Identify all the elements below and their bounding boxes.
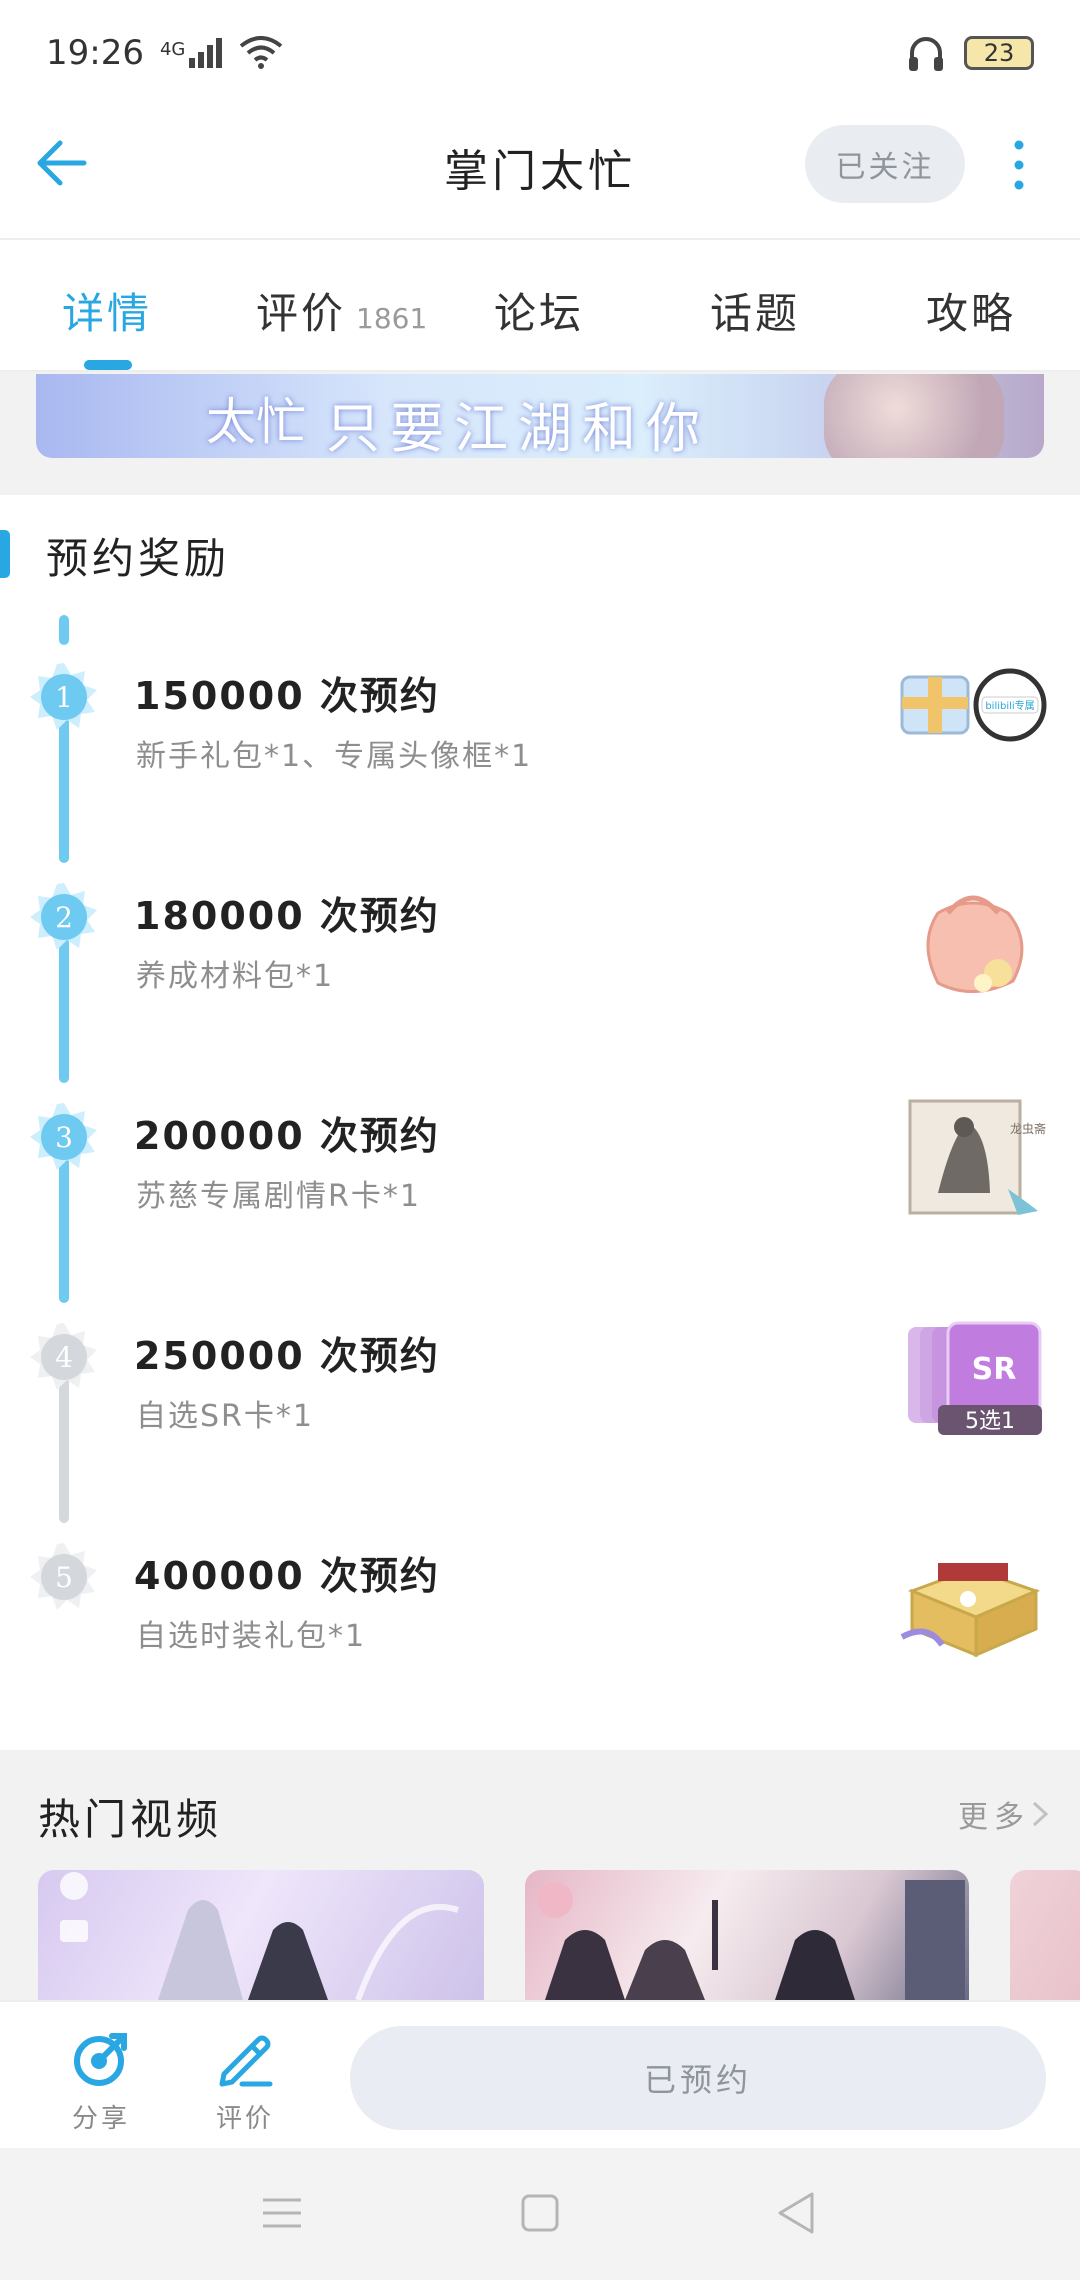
milestone-badge: 1	[30, 663, 98, 731]
tab-details[interactable]: 详情	[62, 280, 152, 341]
milestone-description: 自选时装礼包*1	[136, 1619, 367, 1654]
reservation-rewards-section: 预约奖励 1 150000 次预约 新手礼包*1、专属头像框*1 bilibil…	[0, 495, 1080, 1750]
review-button[interactable]: 评价	[190, 2030, 300, 2135]
tab-label: 详情	[62, 289, 153, 338]
milestone-description: 苏慈专属剧情R卡*1	[136, 1179, 421, 1214]
card-pick-label: 5选1	[965, 1409, 1015, 1434]
menu-nav-icon[interactable]	[257, 2188, 307, 2238]
tab-label: 论坛	[494, 289, 585, 338]
bottom-action-bar: 分享 评价 已预约	[0, 2000, 1080, 2148]
milestone-badge: 3	[30, 1103, 98, 1171]
hot-videos-title: 热门视频	[38, 1795, 223, 1844]
system-nav-bar	[0, 2148, 1080, 2280]
pencil-icon	[219, 2035, 273, 2087]
video-thumbnail[interactable]	[38, 1870, 484, 2000]
signal-icon: 4G	[159, 37, 223, 68]
tab-topics[interactable]: 话题	[710, 280, 800, 341]
tab-label: 话题	[710, 289, 801, 338]
milestone-item: 4 250000 次预约 自选SR卡*1 SR 5选1	[0, 1321, 1080, 1543]
section-accent-bar	[0, 530, 10, 578]
status-time: 19:26	[46, 32, 144, 73]
back-nav-icon[interactable]	[772, 2188, 822, 2238]
milestone-title: 250000 次预约	[134, 1334, 440, 1378]
timeline-segment	[59, 615, 69, 645]
milestone-number: 5	[41, 1554, 87, 1600]
home-nav-icon[interactable]	[515, 2188, 565, 2238]
more-label: 更多	[958, 1800, 1030, 1835]
story-card-book-image: 龙虫斋	[908, 1099, 1046, 1215]
follow-button[interactable]: 已关注	[805, 125, 965, 203]
wifi-icon	[240, 35, 283, 69]
frame-label: bilibili专属	[985, 699, 1034, 712]
hot-videos-header: 热门视频 更多	[0, 1750, 1080, 1870]
card-sr-label: SR	[972, 1352, 1017, 1387]
milestone-description: 养成材料包*1	[136, 959, 335, 994]
reserved-button[interactable]: 已预约	[350, 2026, 1046, 2130]
milestone-item: 5 400000 次预约 自选时装礼包*1	[0, 1543, 1080, 1763]
headphones-icon	[909, 36, 943, 71]
share-icon	[74, 2033, 127, 2086]
milestone-item: 3 200000 次预约 苏慈专属剧情R卡*1 龙虫斋	[0, 1099, 1080, 1323]
milestone-title: 180000 次预约	[134, 894, 440, 938]
story-label: 龙虫斋	[1010, 1121, 1046, 1136]
tab-label: 评价	[256, 289, 347, 338]
review-count: 1861	[356, 302, 428, 335]
more-videos-link[interactable]: 更多	[958, 1792, 1050, 1836]
game-banner-image[interactable]: 太忙 只要江湖和你	[36, 374, 1044, 458]
banner-slogan: 只要江湖和你	[326, 397, 710, 458]
status-bar: 19:26 4G 23	[0, 0, 1080, 105]
milestone-badge: 2	[30, 883, 98, 951]
milestone-item: 2 180000 次预约 养成材料包*1	[0, 883, 1080, 1103]
milestone-description: 自选SR卡*1	[136, 1399, 314, 1434]
banner-logo-text: 太忙	[206, 393, 306, 451]
video-thumbnail[interactable]	[525, 1870, 969, 2000]
milestone-number: 4	[41, 1334, 87, 1380]
battery-indicator: 23	[964, 35, 1034, 70]
tab-forum[interactable]: 论坛	[494, 280, 584, 341]
milestone-item: 1 150000 次预约 新手礼包*1、专属头像框*1 bilibili专属	[0, 663, 1080, 883]
milestone-number: 3	[41, 1114, 87, 1160]
milestone-title: 200000 次预约	[134, 1114, 440, 1158]
milestone-number: 1	[41, 674, 87, 720]
milestone-number: 2	[41, 894, 87, 940]
hot-videos-section: 热门视频 更多	[0, 1750, 1080, 2000]
milestone-description: 新手礼包*1、专属头像框*1	[136, 739, 533, 774]
milestone-badge: 5	[30, 1543, 98, 1611]
share-button[interactable]: 分享	[46, 2030, 156, 2135]
network-type: 4G	[159, 38, 186, 60]
sr-card-pack-image: SR 5选1	[908, 1321, 1042, 1435]
banner-area: 太忙 只要江湖和你	[0, 372, 1080, 495]
active-tab-indicator	[84, 360, 132, 370]
tab-label: 攻略	[926, 289, 1017, 338]
banner-character	[824, 374, 1004, 458]
section-title: 预约奖励	[46, 534, 231, 583]
chevron-right-icon	[1032, 1801, 1049, 1827]
tab-guides[interactable]: 攻略	[926, 280, 1016, 341]
milestone-title: 150000 次预约	[134, 674, 440, 718]
milestone-title: 400000 次预约	[134, 1554, 440, 1598]
tab-reviews[interactable]: 评价 1861	[256, 280, 427, 341]
video-thumbnail[interactable]	[1010, 1870, 1080, 2000]
material-pouch-image	[926, 895, 1024, 993]
share-label: 分享	[71, 2104, 130, 2134]
milestone-badge: 4	[30, 1323, 98, 1391]
more-options-icon[interactable]	[1004, 135, 1034, 195]
gift-box-and-frame-image: bilibili专属	[900, 668, 1047, 742]
tab-bar: 详情 评价 1861 论坛 话题 攻略	[0, 238, 1080, 372]
costume-gift-box-image	[900, 1563, 1041, 1658]
review-label: 评价	[215, 2104, 274, 2134]
app-header: 掌门太忙 已关注	[0, 105, 1080, 235]
